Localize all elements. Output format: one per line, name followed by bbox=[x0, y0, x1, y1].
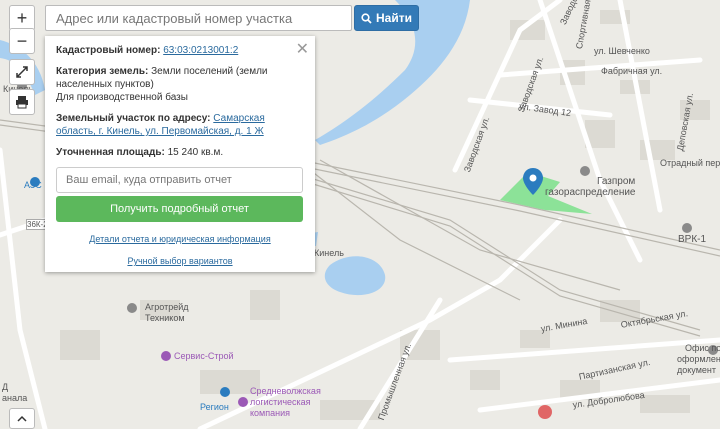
parcel-info-panel: ✕ Кадастровый номер: 63:03:0213001:2 Кат… bbox=[45, 36, 315, 272]
search-input[interactable] bbox=[45, 5, 352, 31]
place-label: Д bbox=[2, 382, 9, 392]
poi-label: компания bbox=[250, 408, 290, 418]
poi-label: АЗС bbox=[24, 180, 42, 190]
poi-label: логистическая bbox=[250, 397, 311, 407]
close-icon[interactable]: ✕ bbox=[296, 39, 309, 59]
poi-label: Офис по bbox=[685, 343, 720, 353]
poi-label: документ bbox=[677, 365, 716, 375]
search-button-label: Найти bbox=[376, 11, 412, 25]
expand-icon bbox=[16, 66, 28, 78]
poi-label: Сервис-Строй bbox=[174, 351, 234, 361]
get-report-button[interactable]: Получить подробный отчет bbox=[56, 196, 303, 222]
manual-link-row: Ручной выбор вариантов bbox=[56, 256, 304, 266]
cadastral-label: Кадастровый номер: bbox=[56, 45, 161, 56]
poi-label: Техником bbox=[145, 313, 185, 323]
details-link-row: Детали отчета и юридическая информация bbox=[56, 234, 304, 244]
area-row: Уточненная площадь: 15 240 кв.м. bbox=[56, 146, 304, 159]
street-label: ул. Шевченко bbox=[594, 46, 650, 56]
email-field[interactable] bbox=[56, 167, 303, 193]
poi-label: оформлен bbox=[677, 354, 720, 364]
search-icon bbox=[361, 12, 372, 24]
print-button[interactable] bbox=[9, 89, 35, 115]
printer-icon bbox=[16, 96, 28, 109]
category-label: Категория земель: bbox=[56, 66, 149, 77]
poi-label: Агротрейд bbox=[145, 302, 189, 312]
manual-selection-link[interactable]: Ручной выбор вариантов bbox=[127, 256, 232, 266]
street-label: Отрадный пер. bbox=[660, 158, 720, 168]
poi-label: Газпром bbox=[597, 176, 636, 187]
poi-label: Регион bbox=[200, 402, 229, 412]
category-purpose: Для производственной базы bbox=[56, 92, 188, 103]
place-label: Кинель bbox=[314, 248, 344, 258]
address-label: Земельный участок по адресу: bbox=[56, 113, 211, 124]
report-details-link[interactable]: Детали отчета и юридическая информация bbox=[89, 234, 270, 244]
cadastral-number-link[interactable]: 63:03:0213001:2 bbox=[163, 45, 238, 56]
poi-label: Средневолжская bbox=[250, 386, 321, 396]
fullscreen-button[interactable] bbox=[9, 59, 35, 85]
poi-label: ВРК-1 bbox=[678, 234, 707, 245]
zoom-out-button[interactable]: − bbox=[9, 28, 35, 54]
poi-label: газораспределение bbox=[545, 187, 636, 198]
cadastral-row: Кадастровый номер: 63:03:0213001:2 bbox=[56, 44, 304, 57]
place-label: анала bbox=[2, 393, 28, 403]
category-row: Категория земель: Земли поселений (земли… bbox=[56, 65, 304, 104]
expand-panel-button[interactable] bbox=[9, 408, 35, 429]
area-label: Уточненная площадь: bbox=[56, 147, 165, 158]
area-value: 15 240 кв.м. bbox=[167, 147, 224, 158]
chevron-up-icon bbox=[17, 415, 27, 422]
search-bar bbox=[45, 5, 352, 31]
search-button[interactable]: Найти bbox=[354, 5, 419, 31]
street-label: Фабричная ул. bbox=[601, 66, 663, 76]
address-row: Земельный участок по адресу: Самарская о… bbox=[56, 112, 304, 138]
